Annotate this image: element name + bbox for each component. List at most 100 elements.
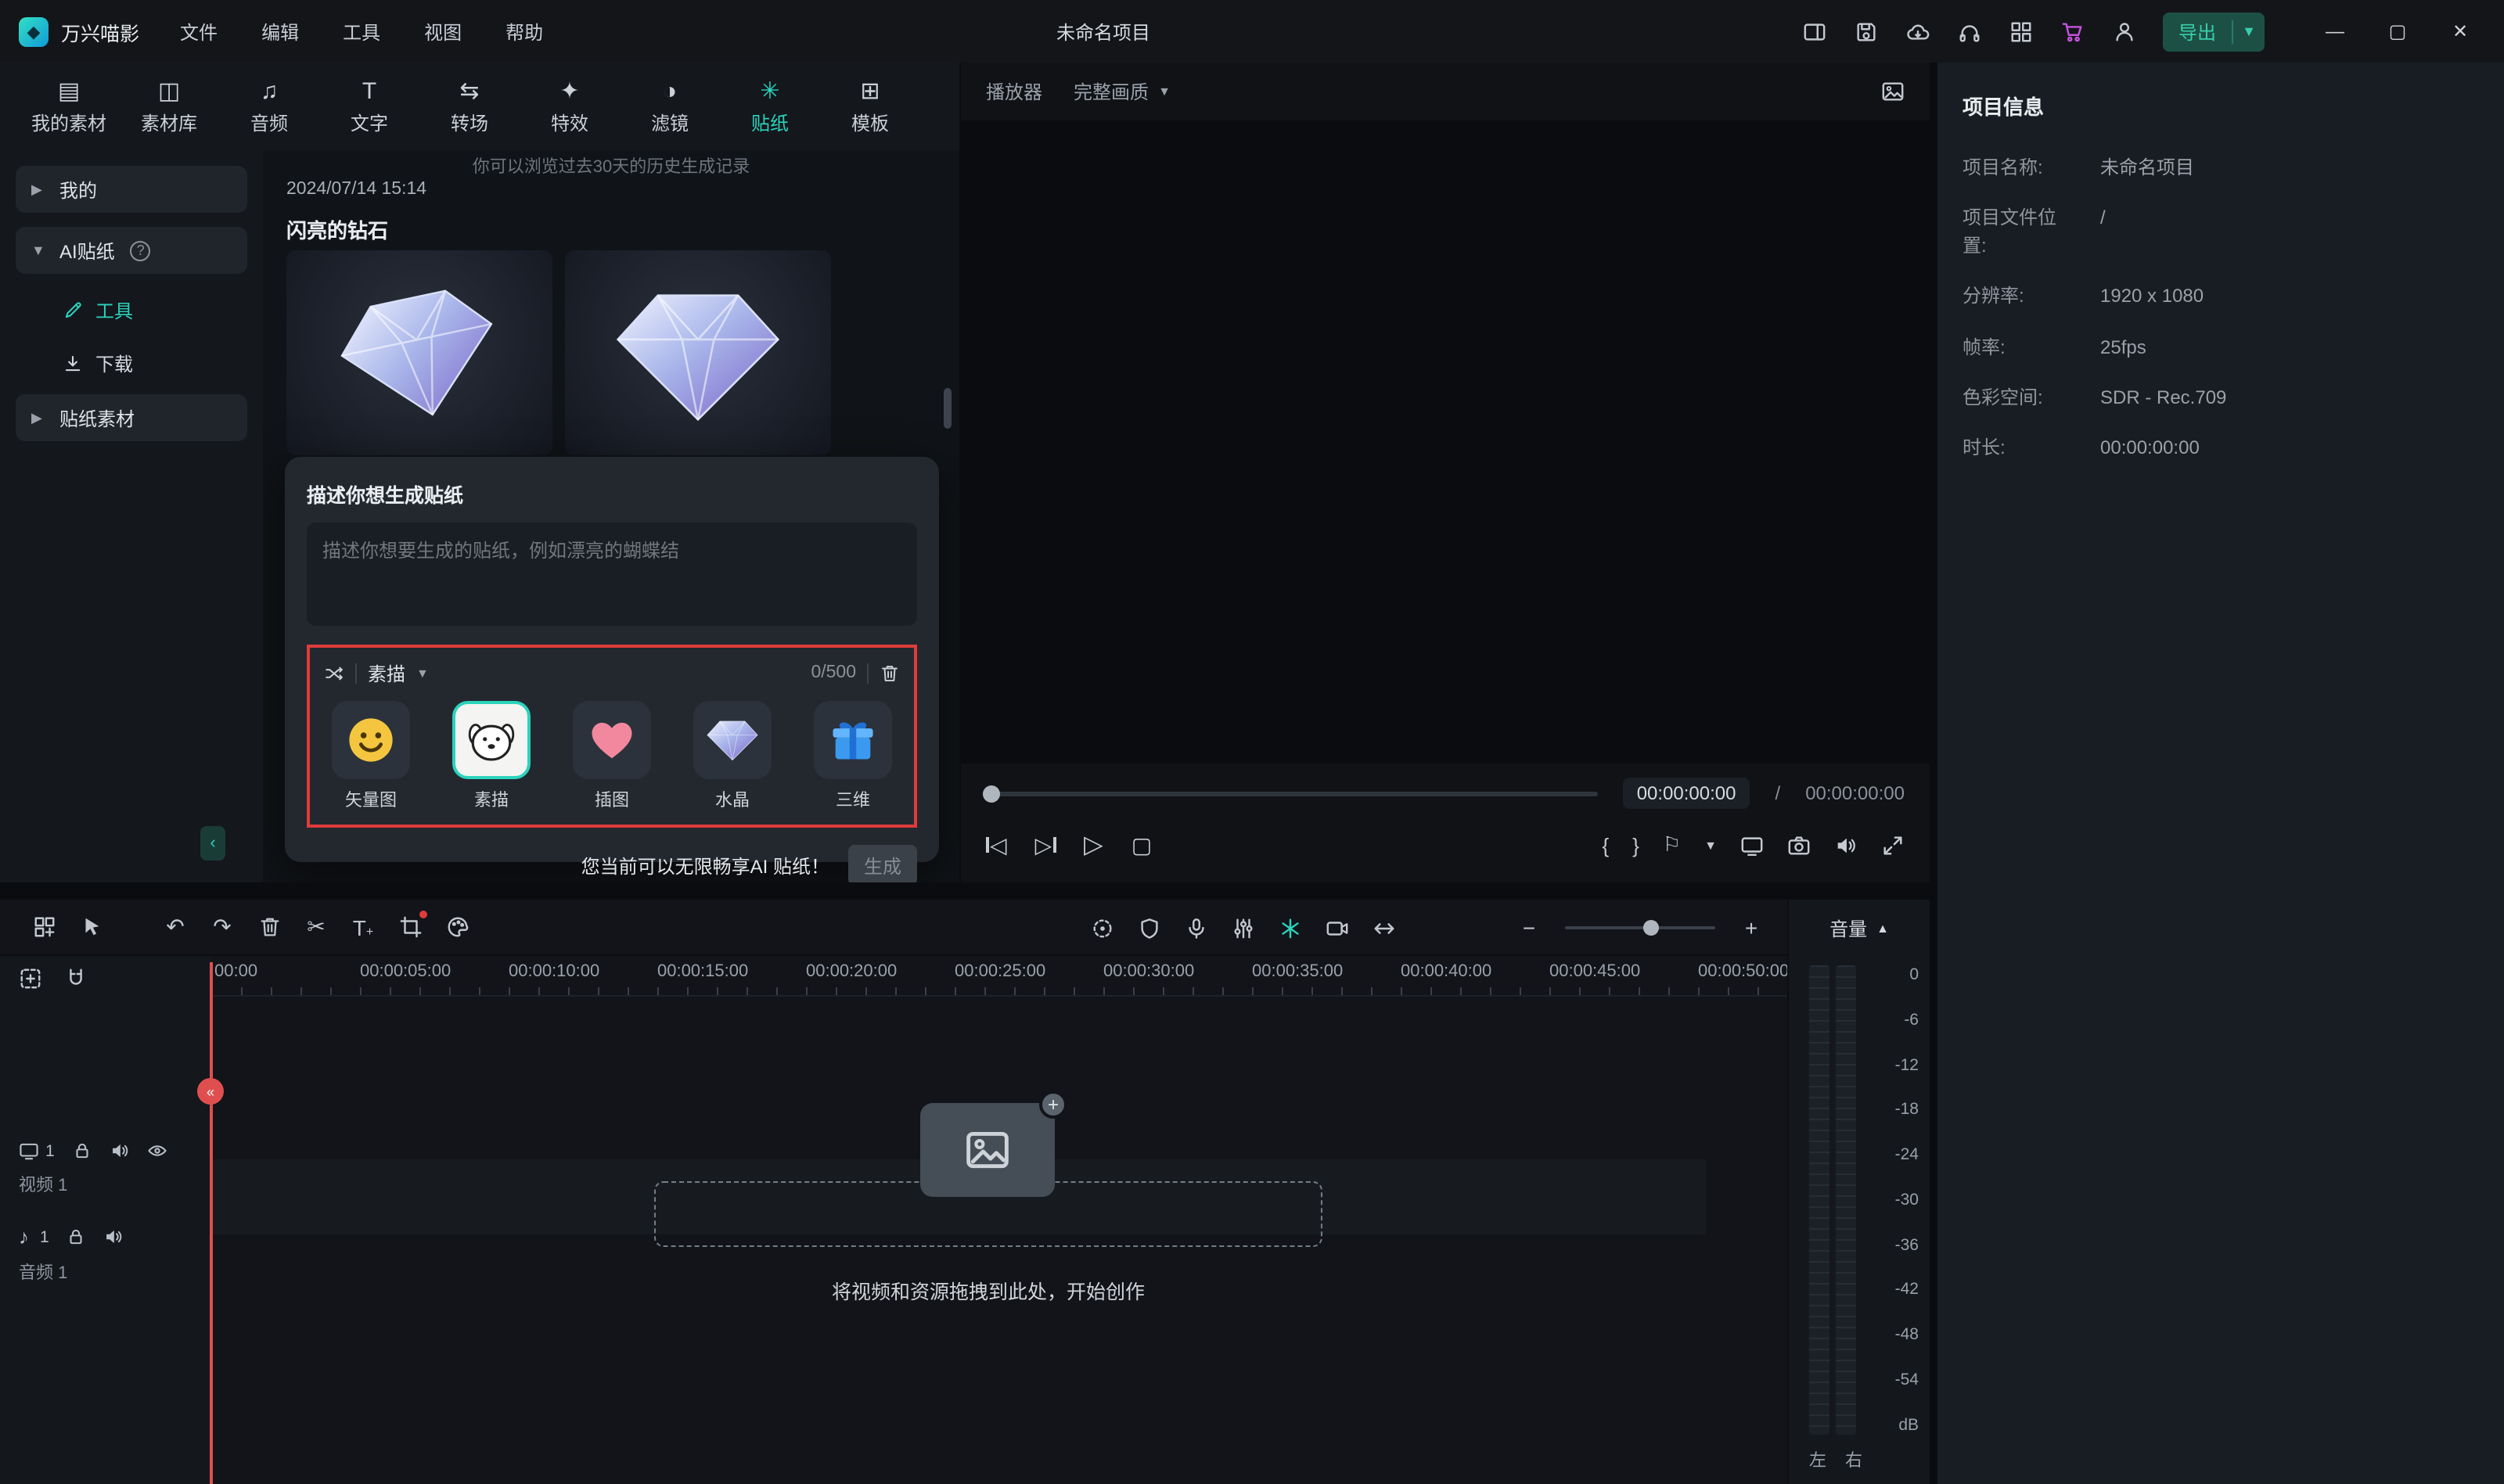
tab-text[interactable]: T 文字 bbox=[319, 66, 419, 147]
next-frame-icon[interactable]: ▷ bbox=[1035, 832, 1056, 858]
shield-marker-icon[interactable] bbox=[1125, 906, 1172, 950]
media-grid-icon[interactable] bbox=[20, 905, 67, 949]
eye-visibility-icon[interactable] bbox=[147, 1141, 167, 1161]
help-icon[interactable]: ? bbox=[130, 240, 151, 261]
lock-icon[interactable] bbox=[67, 1227, 87, 1247]
generated-sticker-thumb[interactable] bbox=[286, 250, 552, 455]
stop-icon[interactable]: ▢ bbox=[1131, 832, 1152, 858]
crop-icon[interactable] bbox=[387, 905, 434, 949]
split-scissors-icon[interactable]: ✂ bbox=[293, 905, 340, 949]
sidebar-item-download[interactable]: 下载 bbox=[16, 341, 247, 385]
tab-transitions[interactable]: ⇆ 转场 bbox=[419, 66, 520, 147]
maximize-button[interactable]: ▢ bbox=[2366, 0, 2429, 63]
minimize-button[interactable]: — bbox=[2304, 0, 2366, 63]
style-option-vector[interactable]: 矢量图 bbox=[327, 701, 415, 812]
volume-header[interactable]: 音量 ▲ bbox=[1789, 900, 1930, 956]
mute-speaker-icon[interactable] bbox=[1834, 833, 1858, 857]
quality-dropdown[interactable]: 完整画质 ▼ bbox=[1074, 78, 1171, 105]
prompt-input[interactable] bbox=[307, 523, 917, 626]
cloud-sync-icon[interactable] bbox=[1905, 17, 1933, 45]
track-collapse-handle[interactable]: « bbox=[197, 1078, 224, 1105]
chevron-down-icon[interactable]: ▼ bbox=[416, 666, 429, 680]
sidebar-item-tools[interactable]: 工具 bbox=[16, 288, 247, 332]
tab-my-media[interactable]: ▤ 我的素材 bbox=[19, 66, 119, 147]
tab-effects[interactable]: ✦ 特效 bbox=[520, 66, 620, 147]
style-option-crystal[interactable]: 水晶 bbox=[689, 701, 776, 812]
marker-flag-icon[interactable]: ⚐ bbox=[1663, 832, 1681, 857]
tab-filters[interactable]: ◑ 滤镜 bbox=[620, 66, 720, 147]
record-voiceover-mic-icon[interactable] bbox=[1172, 906, 1219, 950]
media-tab-strip: ▤ 我的素材 ◫ 素材库 ♫ 音频 T 文字 ⇆ 转场 ✦ 特效 ◑ 滤镜 ✳ 贴纸 ⊞ 模板 bbox=[0, 63, 959, 150]
sidebar-group-sticker-assets[interactable]: ▶ 贴纸素材 bbox=[16, 394, 247, 441]
prev-frame-icon[interactable]: ◁ bbox=[986, 832, 1007, 858]
timeline-ruler[interactable]: 00:00 00:00:05:00 00:00:10:00 00:00:15:0… bbox=[211, 956, 1787, 997]
playhead[interactable] bbox=[210, 962, 213, 1484]
select-cursor-icon[interactable] bbox=[67, 905, 114, 949]
mark-out-icon[interactable]: } bbox=[1632, 833, 1639, 857]
generate-button[interactable]: 生成 bbox=[848, 845, 917, 882]
mute-speaker-icon[interactable] bbox=[104, 1227, 124, 1247]
tab-stock-media[interactable]: ◫ 素材库 bbox=[119, 66, 219, 147]
style-option-illustration[interactable]: 插图 bbox=[568, 701, 656, 812]
menu-tools[interactable]: 工具 bbox=[343, 18, 380, 45]
tab-stickers[interactable]: ✳ 贴纸 bbox=[720, 66, 820, 147]
zoom-slider[interactable] bbox=[1565, 920, 1715, 936]
export-button[interactable]: 导出 ▼ bbox=[2162, 12, 2265, 51]
menu-file[interactable]: 文件 bbox=[180, 18, 218, 45]
asset-panel: ▤ 我的素材 ◫ 素材库 ♫ 音频 T 文字 ⇆ 转场 ✦ 特效 ◑ 滤镜 ✳ 贴纸 ⊞ 模板 ▶… bbox=[0, 63, 959, 882]
cart-icon[interactable] bbox=[2060, 17, 2088, 45]
lock-icon[interactable] bbox=[72, 1141, 92, 1161]
delete-icon[interactable] bbox=[246, 905, 293, 949]
style-dropdown[interactable]: 素描 bbox=[368, 659, 405, 686]
timeline-panel: ↶ ↷ ✂ T + − + 00:00 00:00:05:00 00:00:10… bbox=[0, 900, 1930, 1484]
sidebar-group-ai-sticker[interactable]: ▼ AI贴纸 ? bbox=[16, 227, 247, 274]
sidebar-group-my[interactable]: ▶ 我的 bbox=[16, 166, 247, 213]
play-icon[interactable]: ▷ bbox=[1084, 829, 1103, 861]
zoom-knob[interactable] bbox=[1642, 920, 1659, 936]
add-track-icon[interactable] bbox=[19, 967, 42, 990]
display-device-icon[interactable] bbox=[1740, 833, 1764, 857]
clear-trash-icon[interactable] bbox=[880, 663, 900, 683]
export-chevron-down-icon[interactable]: ▼ bbox=[2233, 23, 2265, 39]
smart-edit-icon[interactable] bbox=[1266, 906, 1313, 950]
chevron-down-icon[interactable]: ▼ bbox=[1704, 838, 1717, 852]
menu-view[interactable]: 视图 bbox=[424, 18, 462, 45]
auto-ripple-icon[interactable] bbox=[1360, 906, 1407, 950]
seek-bar[interactable] bbox=[983, 785, 1598, 802]
timeline-area[interactable]: 00:00 00:00:05:00 00:00:10:00 00:00:15:0… bbox=[0, 956, 1787, 1484]
tab-audio[interactable]: ♫ 音频 bbox=[219, 66, 319, 147]
color-palette-icon[interactable] bbox=[434, 905, 480, 949]
menu-help[interactable]: 帮助 bbox=[505, 18, 543, 45]
snapshot-camera-icon[interactable] bbox=[1787, 833, 1811, 857]
add-media-plus-icon[interactable]: + bbox=[1039, 1091, 1067, 1119]
generator-title: 描述你想生成贴纸 bbox=[307, 485, 464, 507]
motion-track-icon[interactable] bbox=[1078, 906, 1125, 950]
scrollbar-thumb[interactable] bbox=[944, 388, 952, 429]
compare-image-icon[interactable] bbox=[1881, 80, 1905, 103]
mark-in-icon[interactable]: { bbox=[1602, 833, 1609, 857]
layout-panels-icon[interactable] bbox=[1801, 17, 1829, 45]
menu-edit[interactable]: 编辑 bbox=[261, 18, 299, 45]
zoom-in-icon[interactable]: + bbox=[1728, 906, 1775, 950]
seek-knob[interactable] bbox=[983, 785, 1000, 802]
sidebar-collapse-button[interactable]: ‹ bbox=[200, 826, 225, 861]
redo-icon[interactable]: ↷ bbox=[199, 905, 246, 949]
style-option-3d[interactable]: 三维 bbox=[809, 701, 897, 812]
undo-icon[interactable]: ↶ bbox=[152, 905, 199, 949]
tab-templates[interactable]: ⊞ 模板 bbox=[820, 66, 920, 147]
style-option-sketch[interactable]: 素描 bbox=[448, 701, 535, 812]
add-text-icon[interactable]: T + bbox=[340, 905, 387, 949]
fullscreen-icon[interactable] bbox=[1881, 833, 1905, 857]
mute-speaker-icon[interactable] bbox=[110, 1141, 130, 1161]
account-icon[interactable] bbox=[2111, 17, 2139, 45]
audio-mixer-icon[interactable] bbox=[1219, 906, 1266, 950]
generated-sticker-thumb[interactable] bbox=[565, 250, 831, 455]
close-button[interactable]: ✕ bbox=[2429, 0, 2491, 63]
save-icon[interactable] bbox=[1853, 17, 1881, 45]
shuffle-icon[interactable] bbox=[324, 663, 344, 683]
apps-grid-icon[interactable] bbox=[2008, 17, 2036, 45]
support-headset-icon[interactable] bbox=[1956, 17, 1984, 45]
zoom-out-icon[interactable]: − bbox=[1506, 906, 1552, 950]
screen-record-icon[interactable] bbox=[1313, 906, 1360, 950]
magnet-snap-icon[interactable] bbox=[64, 967, 88, 990]
